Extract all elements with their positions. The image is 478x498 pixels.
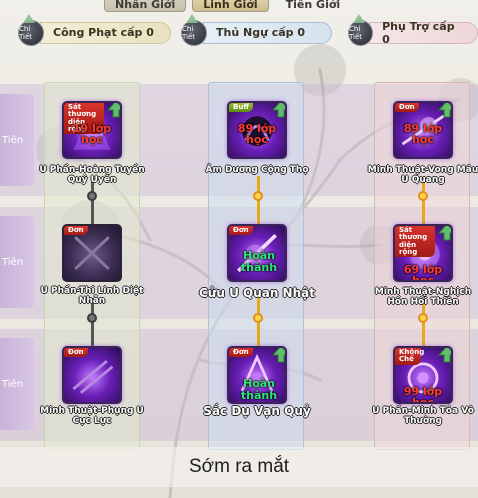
skill-am-duong-cong-tho[interactable]: Buff 89 lớp học: [227, 101, 287, 159]
tab-linh-gioi[interactable]: Linh Giới: [192, 0, 269, 12]
node-dot: [253, 191, 263, 201]
skill-type-tag: Buff: [229, 103, 253, 113]
skill-level-text: 89 lớp học: [237, 122, 277, 146]
skill-name: Âm Dương Cộng Thọ: [205, 165, 309, 175]
detail-button-cong-phat[interactable]: Chi Tiết: [18, 13, 44, 46]
skill-level-text: 69 lớp học: [403, 263, 443, 282]
branch-title-cong-phat: Công Phạt cấp 0: [40, 21, 171, 44]
upgrade-arrow-icon: [437, 103, 451, 118]
skill-minh-toa-vo-thuong[interactable]: Không Chế 99 lớp học: [393, 346, 453, 404]
upgrade-arrow-icon: [271, 348, 285, 363]
skill-completed-text: Hoàn thành: [240, 377, 278, 402]
skill-name: Minh Thuật-Vong Mâu U Quang: [367, 165, 478, 185]
node-dot: [87, 313, 97, 323]
skill-name: Minh Thuật-Nghịch Hồn Hồi Thiên: [374, 287, 472, 307]
skill-sac-du-van-quy[interactable]: Đơn Hoàn thành: [227, 346, 287, 404]
detail-button-thu-ngu[interactable]: Chi Tiết: [181, 13, 207, 46]
tier-label-2: Tiên: [0, 216, 34, 308]
branch-cong-phat: Chi Tiết Công Phạt cấp 0: [18, 13, 171, 46]
upgrade-arrow-icon: [106, 103, 120, 118]
upgrade-arrow-icon: [437, 348, 451, 363]
node-dot: [418, 313, 428, 323]
tier-label-3: Tiên: [0, 338, 34, 430]
skill-type-tag: Sát thương diện rộng: [395, 226, 435, 258]
branch-title-thu-ngu: Thủ Ngự cấp 0: [203, 21, 333, 44]
skill-type-tag: Đơn: [395, 103, 419, 113]
skill-type-tag: Đơn: [64, 348, 88, 358]
skill-thi-linh-diet-nhan[interactable]: Đơn: [62, 224, 122, 282]
node-dot: [418, 191, 428, 201]
detail-button-phu-tro[interactable]: Chi Tiết: [348, 13, 374, 46]
realm-tabs: Nhân Giới Linh Giới Tiên Giới: [104, 0, 351, 12]
skill-name: U Phần-Hoàng Tuyền Quỷ Uyên: [39, 165, 145, 185]
branch-phu-tro: Chi Tiết Phụ Trợ cấp 0: [348, 13, 478, 46]
skill-nghich-hon-hoi-thien[interactable]: Sát thương diện rộng 69 lớp học: [393, 224, 453, 282]
tier-label-1: Tiên: [0, 94, 34, 186]
skill-phung-u-cuc-luc[interactable]: Đơn: [62, 346, 122, 404]
skill-name: Sắc Dụ Vạn Quỷ: [203, 404, 311, 418]
branch-title-phu-tro: Phụ Trợ cấp 0: [369, 20, 478, 46]
skill-level-text: 89 lớp học: [403, 122, 443, 146]
upgrade-arrow-icon: [437, 226, 451, 241]
node-dot: [253, 313, 263, 323]
skill-name: Cửu U Quan Nhật: [199, 286, 315, 300]
branch-thu-ngu: Chi Tiết Thủ Ngự cấp 0: [181, 13, 333, 46]
skill-name: U Phần-Minh Tỏa Vô Thường: [372, 406, 474, 426]
skill-type-tag: Đơn: [229, 226, 253, 236]
upgrade-arrow-icon: [271, 103, 285, 118]
skill-hoang-tuyen-quy-uyen[interactable]: Sát thương diện rộng 19 lớp học: [62, 101, 122, 159]
node-dot: [87, 191, 97, 201]
skill-level-text: 19 lớp học: [72, 122, 112, 146]
tab-nhan-gioi[interactable]: Nhân Giới: [104, 0, 187, 12]
skill-type-tag: Đơn: [229, 348, 253, 358]
skill-vong-mau-u-quang[interactable]: Đơn 89 lớp học: [393, 101, 453, 159]
skill-type-tag: Không Chế: [395, 348, 424, 365]
skill-cuu-u-quan-nhat[interactable]: Đơn Hoàn thành: [227, 224, 287, 282]
skill-level-text: 99 lớp học: [403, 385, 443, 404]
tab-tien-gioi[interactable]: Tiên Giới: [275, 0, 352, 12]
skill-type-tag: Đơn: [64, 226, 88, 236]
skill-name: U Phần-Thi Linh Diệt Nhẫn: [40, 286, 144, 306]
skill-name: Minh Thuật-Phụng U Cực Lực: [40, 406, 144, 426]
skill-completed-text: Hoàn thành: [240, 249, 278, 274]
coming-soon-banner: Sớm ra mắt: [0, 447, 478, 487]
